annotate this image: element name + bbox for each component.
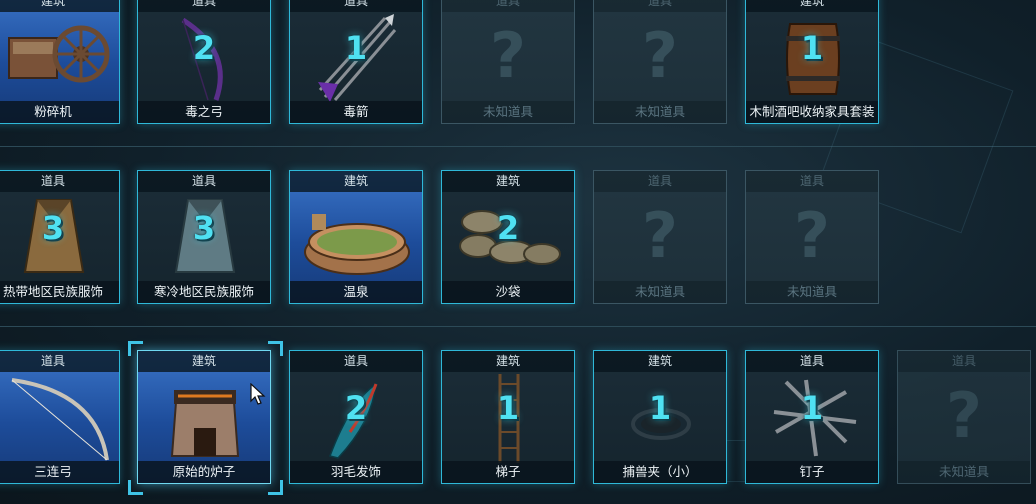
item-count: 2 [192, 29, 216, 67]
question-mark-icon: ? [794, 199, 830, 272]
item-category: 建筑 [746, 0, 878, 12]
selection-bracket [268, 341, 283, 356]
item-name: 钉子 [746, 461, 878, 483]
selection-bracket [268, 480, 283, 495]
item-name: 寒冷地区民族服饰 [138, 281, 270, 303]
item-card-poison-arrow[interactable]: 道具 1 毒箭 [289, 0, 423, 124]
question-mark-icon: ? [946, 379, 982, 452]
item-name: 未知道具 [898, 461, 1030, 483]
item-category: 道具 [290, 0, 422, 12]
item-name: 木制酒吧收纳家具套装 [746, 101, 878, 123]
item-name: 捕兽夹（小） [594, 461, 726, 483]
item-card-cold-outfit[interactable]: 道具 3 寒冷地区民族服饰 [137, 170, 271, 304]
item-category: 建筑 [442, 351, 574, 372]
item-category: 道具 [138, 171, 270, 192]
item-card-tropical-outfit[interactable]: 道具 3 热带地区民族服饰 [0, 170, 120, 304]
item-card-triple-bow[interactable]: 道具 三连弓 [0, 350, 120, 484]
item-name: 温泉 [290, 281, 422, 303]
item-card-unknown[interactable]: 道具 ? 未知道具 [593, 0, 727, 124]
item-card-ladder[interactable]: 建筑 1 梯子 [441, 350, 575, 484]
question-mark-icon: ? [642, 199, 678, 272]
crusher-icon [8, 25, 110, 83]
item-category: 建筑 [0, 0, 119, 12]
item-name: 原始的炉子 [138, 461, 270, 483]
item-count: 3 [192, 209, 216, 247]
item-category: 道具 [746, 351, 878, 372]
item-category: 道具 [138, 0, 270, 12]
item-count: 2 [496, 209, 520, 247]
item-name: 羽毛发饰 [290, 461, 422, 483]
item-category: 建筑 [442, 171, 574, 192]
item-category: 道具 [594, 171, 726, 192]
item-card-poison-bow[interactable]: 道具 2 毒之弓 [137, 0, 271, 124]
item-name: 热带地区民族服饰 [0, 281, 119, 303]
item-name: 梯子 [442, 461, 574, 483]
item-category: 道具 [746, 171, 878, 192]
item-category: 道具 [290, 351, 422, 372]
question-mark-icon: ? [490, 19, 526, 92]
item-category: 建筑 [290, 171, 422, 192]
item-card-primitive-furnace[interactable]: 建筑 原始的炉子 [137, 350, 271, 484]
item-category: 道具 [442, 0, 574, 12]
item-category: 道具 [0, 171, 119, 192]
item-count: 2 [344, 389, 368, 427]
item-count: 3 [41, 209, 65, 247]
item-card-hot-spring[interactable]: 建筑 温泉 [289, 170, 423, 304]
item-name: 沙袋 [442, 281, 574, 303]
item-card-small-trap[interactable]: 建筑 1 捕兽夹（小） [593, 350, 727, 484]
item-card-unknown[interactable]: 道具 ? 未知道具 [745, 170, 879, 304]
item-name: 未知道具 [594, 101, 726, 123]
item-count: 1 [800, 389, 824, 427]
cursor-icon [250, 383, 266, 405]
question-mark-icon: ? [642, 19, 678, 92]
item-name: 未知道具 [746, 281, 878, 303]
item-card-feather-ornament[interactable]: 道具 2 羽毛发饰 [289, 350, 423, 484]
item-category: 道具 [898, 351, 1030, 372]
item-card-sandbag[interactable]: 建筑 2 沙袋 [441, 170, 575, 304]
selection-bracket [128, 341, 143, 356]
item-count: 1 [496, 389, 520, 427]
item-name: 未知道具 [594, 281, 726, 303]
row-divider [0, 326, 1036, 327]
item-count: 1 [344, 29, 368, 67]
item-card-wooden-bar-set[interactable]: 建筑 1 木制酒吧收纳家具套装 [745, 0, 879, 124]
item-count: 1 [648, 389, 672, 427]
item-card-nails[interactable]: 道具 1 钉子 [745, 350, 879, 484]
item-card-unknown[interactable]: 道具 ? 未知道具 [897, 350, 1031, 484]
item-name: 粉碎机 [0, 101, 119, 123]
item-count: 1 [800, 29, 824, 67]
item-name: 毒箭 [290, 101, 422, 123]
item-card-unknown[interactable]: 道具 ? 未知道具 [593, 170, 727, 304]
item-card-crusher[interactable]: 建筑 粉碎机 [0, 0, 120, 124]
item-card-unknown[interactable]: 道具 ? 未知道具 [441, 0, 575, 124]
item-name: 三连弓 [0, 461, 119, 483]
item-category: 建筑 [138, 351, 270, 372]
selection-bracket [128, 480, 143, 495]
triple-bow-icon [11, 378, 109, 461]
item-category: 道具 [0, 351, 119, 372]
item-category: 建筑 [594, 351, 726, 372]
item-name: 未知道具 [442, 101, 574, 123]
hot-spring-icon [304, 214, 410, 275]
item-name: 毒之弓 [138, 101, 270, 123]
item-category: 道具 [594, 0, 726, 12]
